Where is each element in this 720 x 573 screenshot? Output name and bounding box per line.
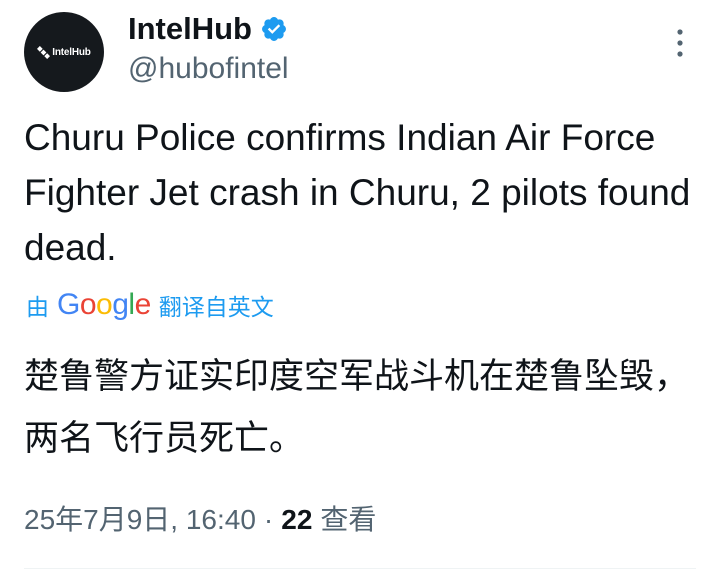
verified-badge-icon xyxy=(262,17,286,41)
satellite-icon xyxy=(37,45,51,59)
avatar-logo: IntelHub xyxy=(37,45,91,59)
display-name[interactable]: IntelHub xyxy=(128,11,252,47)
translated-tweet-text: 楚鲁警方证实印度空军战斗机在楚鲁坠毁，两名飞行员死亡。 xyxy=(24,357,690,459)
tweet-header: IntelHub @hubofintel xyxy=(128,10,289,86)
more-vertical-icon[interactable] xyxy=(674,28,686,58)
translation-attribution[interactable]: 由 Google 翻译自英文 xyxy=(26,288,274,322)
tweet-meta: 25年7月9日, 16:40 · 22 查看 xyxy=(24,498,376,538)
google-logo: Google xyxy=(57,288,151,321)
name-row: IntelHub xyxy=(128,10,289,48)
divider xyxy=(24,568,696,569)
tweet-timestamp[interactable]: 25年7月9日, 16:40 xyxy=(24,498,256,538)
tweet-text: Churu Police confirms Indian Air Force F… xyxy=(24,117,691,268)
account-handle[interactable]: @hubofintel xyxy=(128,52,289,86)
meta-separator: · xyxy=(263,504,274,535)
views-label: 查看 xyxy=(320,504,377,535)
translation-suffix: 翻译自英文 xyxy=(158,294,274,320)
views-count: 22 xyxy=(281,504,313,535)
avatar-label: IntelHub xyxy=(52,46,91,58)
translation-prefix: 由 xyxy=(26,294,49,320)
avatar[interactable]: IntelHub xyxy=(24,12,104,92)
